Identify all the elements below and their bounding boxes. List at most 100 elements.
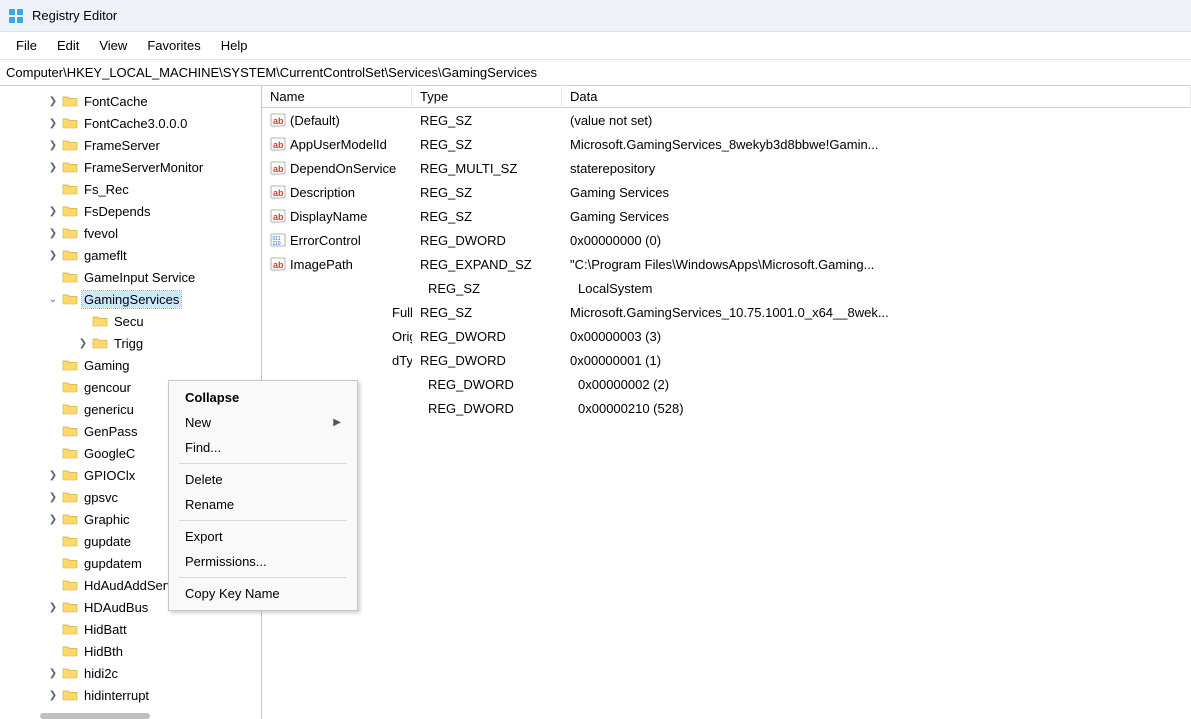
tree-item-label: GamingServices: [82, 291, 181, 308]
column-header-type[interactable]: Type: [412, 87, 562, 106]
value-row[interactable]: abAppUserModelIdREG_SZMicrosoft.GamingSe…: [262, 132, 1191, 156]
tree-item-label: gupdate: [82, 533, 133, 550]
tree-item-gameinput-service[interactable]: GameInput Service: [0, 266, 261, 288]
tree-item-hidi2c[interactable]: ❯ hidi2c: [0, 662, 261, 684]
tree-item-label: FontCache3.0.0.0: [82, 115, 189, 132]
ctx-export-label: Export: [185, 529, 223, 544]
ctx-rename[interactable]: Rename: [171, 492, 355, 517]
tree-item-label: hidi2c: [82, 665, 120, 682]
value-row[interactable]: 011110dTypeREG_DWORD0x00000001 (1): [262, 348, 1191, 372]
chevron-right-icon[interactable]: ❯: [46, 94, 60, 108]
folder-icon: [62, 490, 78, 504]
ctx-copy-key-name[interactable]: Copy Key Name: [171, 581, 355, 606]
value-name: FullName: [392, 305, 412, 320]
ctx-permissions[interactable]: Permissions...: [171, 549, 355, 574]
value-name-cell: abImagePath: [262, 254, 412, 274]
menu-file[interactable]: File: [6, 34, 47, 57]
ctx-export[interactable]: Export: [171, 524, 355, 549]
folder-icon: [62, 358, 78, 372]
tree-item-triggerinfo[interactable]: ❯Trigg: [0, 332, 261, 354]
folder-icon: [92, 314, 108, 328]
tree-branch-icon: [46, 424, 60, 438]
tree-item-fvevol[interactable]: ❯fvevol: [0, 222, 261, 244]
tree-item-fontcache3-0-0-0[interactable]: ❯ FontCache3.0.0.0: [0, 112, 261, 134]
reg-string-icon: ab: [270, 136, 286, 152]
context-menu: Collapse New ▶ Find... Delete Rename Exp…: [168, 380, 358, 611]
column-header-name[interactable]: Name: [262, 87, 412, 106]
chevron-right-icon[interactable]: ❯: [46, 248, 60, 262]
tree-item-security[interactable]: Secu: [0, 310, 261, 332]
tree-branch-icon: [46, 578, 60, 592]
chevron-right-icon[interactable]: ❯: [46, 138, 60, 152]
menu-help[interactable]: Help: [211, 34, 258, 57]
tree-item-hidbatt[interactable]: HidBatt: [0, 618, 261, 640]
list-pane[interactable]: Name Type Data ab(Default)REG_SZ(value n…: [262, 86, 1191, 719]
menu-favorites[interactable]: Favorites: [137, 34, 210, 57]
tree-item-gameflt[interactable]: ❯gameflt: [0, 244, 261, 266]
tree-item-hidbth[interactable]: HidBth: [0, 640, 261, 662]
chevron-right-icon[interactable]: ❯: [46, 204, 60, 218]
tree-item-frameservermonitor[interactable]: ❯FrameServerMonitor: [0, 156, 261, 178]
value-name-cell: abDisplayName: [262, 206, 412, 226]
chevron-down-icon[interactable]: ⌄: [46, 292, 60, 306]
ctx-collapse[interactable]: Collapse: [171, 385, 355, 410]
value-row[interactable]: abFullNameREG_SZMicrosoft.GamingServices…: [262, 300, 1191, 324]
value-data-cell: (value not set): [562, 111, 1191, 130]
value-row[interactable]: abImagePathREG_EXPAND_SZ"C:\Program File…: [262, 252, 1191, 276]
tree-branch-icon: [46, 380, 60, 394]
value-name: DisplayName: [290, 209, 367, 224]
tree-item-gamingservicesnet[interactable]: Gaming: [0, 354, 261, 376]
tree-branch-icon: [76, 314, 90, 328]
value-data-cell: 0x00000002 (2): [570, 375, 1191, 394]
ctx-find[interactable]: Find...: [171, 435, 355, 460]
menu-view[interactable]: View: [89, 34, 137, 57]
ctx-new[interactable]: New ▶: [171, 410, 355, 435]
ctx-separator: [179, 577, 347, 578]
tree-item-fontcache[interactable]: ❯FontCache: [0, 90, 261, 112]
folder-icon: [62, 622, 78, 636]
ctx-permissions-label: Permissions...: [185, 554, 267, 569]
tree-item-fs-rec[interactable]: Fs_Rec: [0, 178, 261, 200]
chevron-right-icon[interactable]: ❯: [46, 468, 60, 482]
value-row[interactable]: 011110REG_DWORD0x00000002 (2): [262, 372, 1191, 396]
value-data-cell: Gaming Services: [562, 183, 1191, 202]
folder-icon: [62, 138, 78, 152]
folder-icon: [62, 380, 78, 394]
chevron-right-icon[interactable]: ❯: [46, 600, 60, 614]
value-row[interactable]: abDisplayNameREG_SZGaming Services: [262, 204, 1191, 228]
chevron-right-icon[interactable]: ❯: [46, 226, 60, 240]
value-row[interactable]: 011110REG_DWORD0x00000210 (528): [262, 396, 1191, 420]
value-row[interactable]: ab(Default)REG_SZ(value not set): [262, 108, 1191, 132]
menu-edit[interactable]: Edit: [47, 34, 89, 57]
chevron-right-icon[interactable]: ❯: [46, 160, 60, 174]
folder-icon: [62, 512, 78, 526]
tree-item-frameserver[interactable]: ❯FrameServer: [0, 134, 261, 156]
value-row[interactable]: abDependOnServiceREG_MULTI_SZstatereposi…: [262, 156, 1191, 180]
value-row[interactable]: abREG_SZLocalSystem: [262, 276, 1191, 300]
chevron-right-icon[interactable]: ❯: [76, 336, 90, 350]
svg-text:ab: ab: [273, 140, 284, 150]
chevron-right-icon[interactable]: ❯: [46, 666, 60, 680]
value-data-cell: 0x00000000 (0): [562, 231, 1191, 250]
tree-item-label: GenPass: [82, 423, 139, 440]
ctx-delete[interactable]: Delete: [171, 467, 355, 492]
chevron-right-icon: ▶: [333, 417, 341, 428]
tree-item-hidinterrupt[interactable]: ❯hidinterrupt: [0, 684, 261, 706]
chevron-right-icon[interactable]: ❯: [46, 116, 60, 130]
chevron-right-icon[interactable]: ❯: [46, 512, 60, 526]
tree-item-label: Graphic: [82, 511, 132, 528]
value-type-cell: REG_DWORD: [420, 399, 570, 418]
value-row[interactable]: abDescriptionREG_SZGaming Services: [262, 180, 1191, 204]
chevron-right-icon[interactable]: ❯: [46, 688, 60, 702]
chevron-right-icon[interactable]: ❯: [46, 490, 60, 504]
column-header-data[interactable]: Data: [562, 87, 1191, 106]
value-name-cell: abDependOnService: [262, 158, 412, 178]
address-bar[interactable]: Computer\HKEY_LOCAL_MACHINE\SYSTEM\Curre…: [0, 60, 1191, 86]
value-data-cell: Microsoft.GamingServices_10.75.1001.0_x6…: [562, 303, 1191, 322]
tree-item-gamingservices[interactable]: ⌄ GamingServices: [0, 288, 261, 310]
value-row[interactable]: 011110ErrorControlREG_DWORD0x00000000 (0…: [262, 228, 1191, 252]
horizontal-scrollbar[interactable]: [40, 713, 150, 719]
tree-item-fsdepends[interactable]: ❯FsDepends: [0, 200, 261, 222]
value-row[interactable]: 011110OriginREG_DWORD0x00000003 (3): [262, 324, 1191, 348]
value-name-cell: abAppUserModelId: [262, 134, 412, 154]
